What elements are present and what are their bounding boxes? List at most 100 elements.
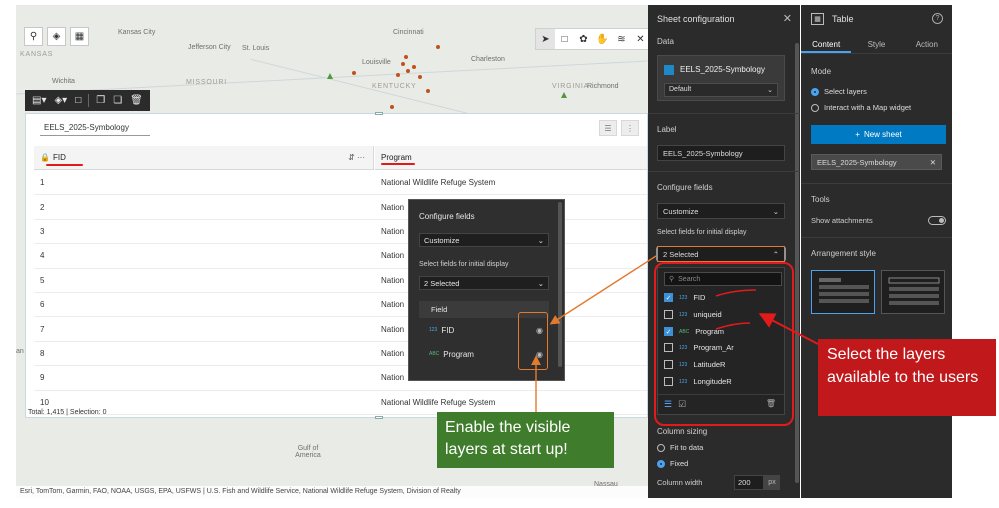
cell-program: Nation bbox=[381, 348, 405, 358]
popup-select-label: Select fields for initial display bbox=[419, 261, 509, 268]
tab-style[interactable]: Style bbox=[851, 36, 901, 53]
copy-icon[interactable]: ❐ bbox=[93, 92, 108, 109]
help-icon[interactable]: ? bbox=[932, 13, 943, 24]
map-feature-marker[interactable] bbox=[327, 73, 333, 79]
pointer-icon[interactable]: ➤ bbox=[536, 29, 555, 49]
show-selection-icon[interactable]: ☰ bbox=[599, 120, 617, 136]
map-feature-point[interactable] bbox=[412, 65, 416, 69]
mode-label: Mode bbox=[811, 67, 832, 76]
table-row[interactable]: 1 National Wildlife Refuge System bbox=[34, 171, 647, 196]
popup-mode-select[interactable]: Customize ⌄ bbox=[419, 233, 549, 247]
map-feature-point[interactable] bbox=[406, 69, 410, 73]
map-label-kentucky: KENTUCKY bbox=[372, 83, 417, 90]
column-header-label: Program bbox=[381, 153, 412, 162]
map-label-charleston: Charleston bbox=[471, 56, 505, 63]
resize-handle[interactable] bbox=[375, 416, 383, 419]
duplicate-icon[interactable]: ❏ bbox=[110, 92, 125, 109]
cell-fid: 9 bbox=[40, 373, 45, 383]
text-type-icon: ABC bbox=[429, 351, 440, 357]
map-feature-point[interactable] bbox=[390, 105, 394, 109]
show-attachments-label: Show attachments bbox=[811, 216, 873, 225]
cell-program: Nation bbox=[381, 226, 405, 236]
resize-handle[interactable] bbox=[375, 112, 383, 115]
data-view-select[interactable]: Default ⌄ bbox=[664, 83, 778, 97]
divider bbox=[648, 171, 800, 172]
map-label-kansas: KANSAS bbox=[20, 51, 54, 58]
sheet-item-label: EELS_2025-Symbology bbox=[817, 157, 897, 167]
map-feature-point[interactable] bbox=[404, 55, 408, 59]
show-attachments-toggle[interactable] bbox=[928, 216, 946, 225]
cell-fid: 4 bbox=[40, 251, 45, 261]
cell-fid: 10 bbox=[40, 397, 49, 407]
align-icon[interactable]: ▤▾ bbox=[29, 92, 49, 109]
radio-fit-to-data[interactable]: Fit to data bbox=[657, 443, 703, 452]
scrollbar[interactable] bbox=[558, 202, 562, 367]
cell-program: Nation bbox=[381, 300, 405, 310]
map-feature-point[interactable] bbox=[418, 75, 422, 79]
lock-icon[interactable]: □ bbox=[72, 92, 84, 109]
select-lasso-icon[interactable]: ✿ bbox=[574, 29, 593, 49]
scrollbar[interactable] bbox=[795, 43, 799, 483]
menu-icon[interactable]: ⋮ bbox=[621, 120, 639, 136]
map-label-jefferson-city: Jefferson City bbox=[188, 44, 231, 51]
arrangement-dropdown-option[interactable] bbox=[881, 270, 945, 314]
arrangement-tabs-option[interactable] bbox=[811, 270, 875, 314]
map-label-edge: an bbox=[16, 348, 24, 355]
label-input[interactable]: EELS_2025-Symbology bbox=[657, 145, 785, 161]
layer-order-icon[interactable]: ◈▾ bbox=[51, 92, 70, 109]
radio-interact-map[interactable]: Interact with a Map widget bbox=[811, 103, 911, 112]
table-settings-panel: ▦ Table ? Content Style Action Mode Sele… bbox=[801, 5, 952, 498]
map-feature-point[interactable] bbox=[401, 62, 405, 66]
radio-fixed[interactable]: Fixed bbox=[657, 459, 688, 468]
column-sizing-label: Column sizing bbox=[657, 427, 708, 436]
column-header-fid[interactable]: 🔒 FID ⇵ ··· bbox=[34, 146, 374, 170]
popup-fields-select[interactable]: 2 Selected ⌄ bbox=[419, 276, 549, 290]
radio-select-layers[interactable]: Select layers bbox=[811, 87, 867, 96]
tab-content[interactable]: Content bbox=[801, 36, 852, 53]
datasource-card[interactable]: EELS_2025-Symbology Default ⌄ bbox=[657, 55, 785, 101]
search-icon[interactable]: ⚲ bbox=[24, 27, 43, 46]
layer-icon bbox=[664, 65, 674, 75]
sheet-tab[interactable]: EELS_2025-Symbology bbox=[40, 119, 150, 136]
cell-program: Nation bbox=[381, 275, 405, 285]
close-icon[interactable]: ✕ bbox=[783, 12, 792, 25]
column-width-input[interactable]: 200 px bbox=[734, 475, 784, 490]
map-feature-point[interactable] bbox=[396, 73, 400, 77]
radio-label: Fit to data bbox=[670, 443, 704, 452]
chevron-down-icon: ⌄ bbox=[767, 87, 773, 94]
annotation-selected-highlight bbox=[656, 246, 786, 262]
cell-fid: 8 bbox=[40, 348, 45, 358]
map-feature-marker[interactable] bbox=[561, 92, 567, 98]
map-feature-point[interactable] bbox=[426, 89, 430, 93]
new-sheet-button[interactable]: + New sheet bbox=[811, 125, 946, 144]
map-label-cincinnati: Cincinnati bbox=[393, 29, 424, 36]
layers-icon[interactable]: ◈ bbox=[47, 27, 66, 46]
data-section-label: Data bbox=[657, 37, 674, 46]
configure-mode-select[interactable]: Customize ⌄ bbox=[657, 203, 785, 219]
map-feature-point[interactable] bbox=[352, 71, 356, 75]
basemap-gallery-icon[interactable]: ▦ bbox=[70, 27, 89, 46]
map-feature-point[interactable] bbox=[436, 45, 440, 49]
divider bbox=[648, 113, 800, 114]
pan-icon[interactable]: ✋ bbox=[593, 29, 612, 49]
close-icon[interactable]: ✕ bbox=[930, 158, 936, 167]
input-value: EELS_2025-Symbology bbox=[663, 148, 743, 158]
radio-label: Interact with a Map widget bbox=[824, 103, 912, 112]
column-header-program[interactable]: Program bbox=[375, 146, 647, 170]
select-rectangle-icon[interactable]: □ bbox=[555, 29, 574, 49]
select-value: Default bbox=[669, 86, 692, 93]
datasource-name: EELS_2025-Symbology bbox=[680, 65, 765, 74]
cell-program: National Wildlife Refuge System bbox=[381, 178, 496, 188]
select-value: Customize bbox=[424, 235, 460, 245]
tab-action[interactable]: Action bbox=[902, 36, 952, 53]
table-icon: ▦ bbox=[811, 13, 824, 25]
sheet-item[interactable]: EELS_2025-Symbology ✕ bbox=[811, 154, 942, 170]
column-options-icon[interactable]: ⇵ ··· bbox=[348, 153, 365, 162]
delete-icon[interactable]: 🗑 bbox=[127, 92, 146, 109]
cell-program: Nation bbox=[381, 251, 405, 261]
plus-icon: + bbox=[855, 130, 860, 139]
measure-icon[interactable]: ≋ bbox=[612, 29, 631, 49]
field-name: Program bbox=[443, 349, 474, 359]
clear-selection-icon[interactable]: ✕ bbox=[631, 29, 648, 49]
annotation-underline-program bbox=[381, 163, 415, 165]
